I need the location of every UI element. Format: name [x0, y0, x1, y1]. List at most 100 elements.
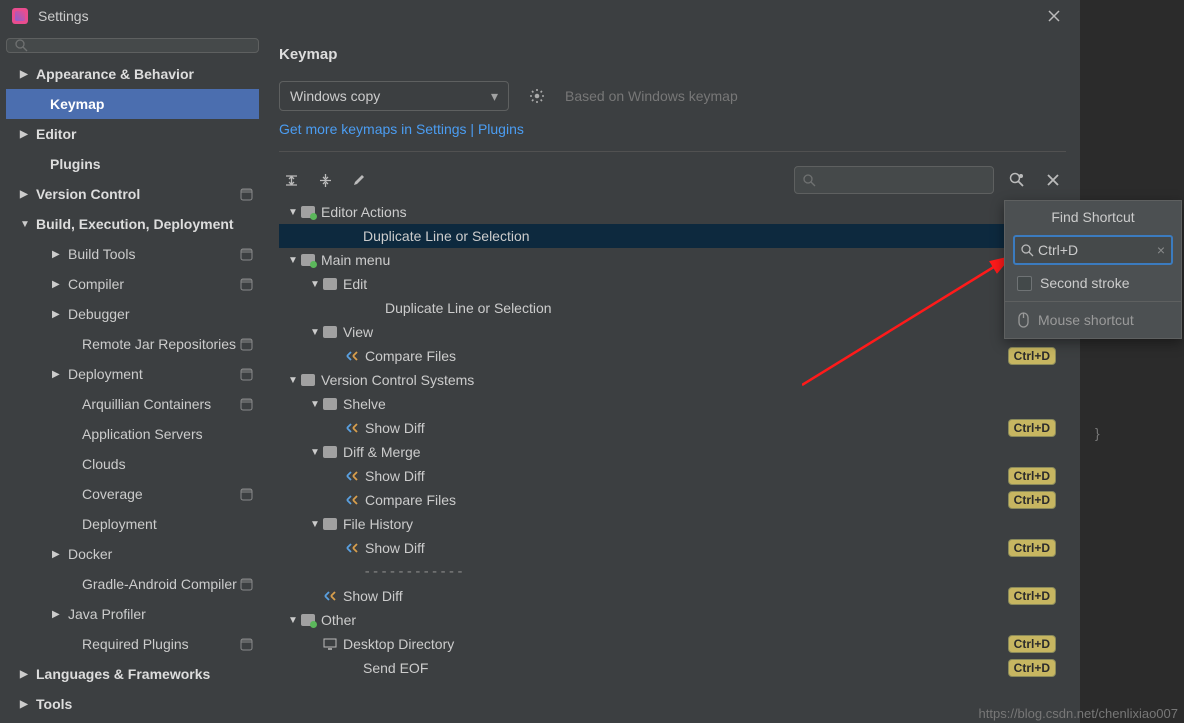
sidebar-item-docker[interactable]: ▶Docker: [6, 539, 259, 569]
search-icon: [803, 174, 816, 187]
background-code-snippet: }: [1095, 425, 1100, 441]
action-label: Other: [321, 612, 356, 628]
sidebar-item-plugins[interactable]: Plugins: [6, 149, 259, 179]
chevron-icon: ▼: [287, 615, 299, 626]
sidebar-search-input[interactable]: [6, 38, 259, 53]
second-stroke-checkbox[interactable]: Second stroke: [1005, 273, 1181, 301]
sidebar-item-label: Clouds: [82, 456, 126, 472]
chevron-icon: ▼: [287, 255, 299, 266]
get-more-keymaps-link[interactable]: Get more keymaps in Settings | Plugins: [279, 121, 1066, 137]
shortcut-input[interactable]: Ctrl+D ×: [1013, 235, 1173, 265]
action-label: Compare Files: [365, 348, 456, 364]
action-show-diff[interactable]: Show DiffCtrl+D: [279, 584, 1066, 608]
action-desktop-directory[interactable]: Desktop DirectoryCtrl+D: [279, 632, 1066, 656]
clear-input-icon[interactable]: ×: [1157, 242, 1165, 258]
action-main-menu[interactable]: ▼Main menu: [279, 248, 1066, 272]
sidebar-item-gradle-android-compiler[interactable]: Gradle-Android Compiler: [6, 569, 259, 599]
sidebar-item-label: Build Tools: [68, 246, 135, 262]
edit-button[interactable]: [347, 168, 371, 192]
main-panel: Keymap Windows copy ▾ Based on Windows k…: [265, 32, 1080, 723]
sidebar-item-coverage[interactable]: Coverage: [6, 479, 259, 509]
action-diff-merge[interactable]: ▼Diff & Merge: [279, 440, 1066, 464]
find-shortcut-popup: Find Shortcut Ctrl+D × Second stroke Mou…: [1004, 200, 1182, 339]
sidebar-item-label: Build, Execution, Deployment: [36, 216, 234, 232]
sidebar-item-clouds[interactable]: Clouds: [6, 449, 259, 479]
folder-icon: [301, 206, 315, 218]
chevron-right-icon: ▶: [20, 129, 30, 140]
app-icon: [12, 8, 28, 24]
mouse-shortcut-button[interactable]: Mouse shortcut: [1005, 302, 1181, 338]
chevron-right-icon: ▶: [20, 669, 30, 680]
action-send-eof[interactable]: Send EOFCtrl+D: [279, 656, 1066, 680]
sidebar-item-application-servers[interactable]: Application Servers: [6, 419, 259, 449]
sidebar-item-build-tools[interactable]: ▶Build Tools: [6, 239, 259, 269]
sidebar-item-java-profiler[interactable]: ▶Java Profiler: [6, 599, 259, 629]
sidebar-item-deployment[interactable]: Deployment: [6, 509, 259, 539]
titlebar: Settings: [0, 0, 1080, 32]
scheme-gear-button[interactable]: [523, 82, 551, 110]
action-label: Compare Files: [365, 492, 456, 508]
chevron-icon: ▼: [309, 327, 321, 338]
sidebar-item-arquillian-containers[interactable]: Arquillian Containers: [6, 389, 259, 419]
sidebar-item-label: Tools: [36, 696, 72, 712]
action-icon: [345, 541, 359, 555]
action-view[interactable]: ▼ View: [279, 320, 1066, 344]
watermark: https://blog.csdn.net/chenlixiao007: [979, 706, 1178, 721]
action-icon: [345, 493, 359, 507]
sidebar-item-appearance-behavior[interactable]: ▶Appearance & Behavior: [6, 59, 259, 89]
clear-search-button[interactable]: [1040, 167, 1066, 193]
action-search-input[interactable]: [794, 166, 994, 194]
gear-icon: [240, 338, 253, 351]
action-label: File History: [343, 516, 413, 532]
action-shelve[interactable]: ▼Shelve: [279, 392, 1066, 416]
sidebar-item-required-plugins[interactable]: Required Plugins: [6, 629, 259, 659]
sidebar-item-editor[interactable]: ▶Editor: [6, 119, 259, 149]
close-button[interactable]: [1040, 2, 1068, 30]
divider: [279, 151, 1066, 152]
expand-all-button[interactable]: [279, 168, 303, 192]
sidebar-item-label: Arquillian Containers: [82, 396, 211, 412]
action-version-control-systems[interactable]: ▼Version Control Systems: [279, 368, 1066, 392]
folder-icon: [301, 374, 315, 386]
action-compare-files[interactable]: Compare Files Ctrl+D: [279, 488, 1066, 512]
action-show-diff[interactable]: Show DiffCtrl+D: [279, 536, 1066, 560]
action-label: Duplicate Line or Selection: [385, 300, 552, 316]
gear-icon: [240, 248, 253, 261]
action-label: Diff & Merge: [343, 444, 421, 460]
sidebar-item-label: Languages & Frameworks: [36, 666, 210, 682]
action-icon: [323, 589, 337, 603]
sidebar-item-languages-frameworks[interactable]: ▶ Languages & Frameworks: [6, 659, 259, 689]
shortcut-badge: Ctrl+D: [1008, 491, 1056, 509]
sidebar-item-tools[interactable]: ▶Tools: [6, 689, 259, 719]
action-compare-files[interactable]: Compare FilesCtrl+D: [279, 344, 1066, 368]
sidebar-item-build-execution-deployment[interactable]: ▼Build, Execution, Deployment: [6, 209, 259, 239]
action-other[interactable]: ▼ Other: [279, 608, 1066, 632]
folder-icon: [323, 326, 337, 338]
collapse-all-button[interactable]: [313, 168, 337, 192]
action-label: View: [343, 324, 373, 340]
shortcut-badge: Ctrl+D: [1008, 635, 1056, 653]
action-editor-actions[interactable]: ▼Editor Actions: [279, 200, 1066, 224]
sidebar-item-keymap[interactable]: Keymap: [6, 89, 259, 119]
action-tree[interactable]: ▼Editor ActionsDuplicate Line or Selecti…: [279, 200, 1066, 723]
based-on-label: Based on Windows keymap: [565, 88, 738, 104]
action-show-diff[interactable]: Show Diff Ctrl+D: [279, 464, 1066, 488]
action-toolbar: [279, 166, 1066, 194]
action-show-diff[interactable]: Show DiffCtrl+D: [279, 416, 1066, 440]
keymap-scheme-select[interactable]: Windows copy ▾: [279, 81, 509, 111]
action-edit[interactable]: ▼Edit: [279, 272, 1066, 296]
folder-icon: [323, 518, 337, 530]
action-separator[interactable]: ------------: [279, 560, 1066, 584]
find-shortcut-button[interactable]: [1004, 167, 1030, 193]
sidebar-item-debugger[interactable]: ▶Debugger: [6, 299, 259, 329]
action-duplicate-line-or-selection[interactable]: Duplicate Line or Selection: [279, 296, 1066, 320]
sidebar-item-label: Appearance & Behavior: [36, 66, 194, 82]
action-label: Show Diff: [365, 468, 425, 484]
action-duplicate-line-or-selection[interactable]: Duplicate Line or Selection: [279, 224, 1066, 248]
action-file-history[interactable]: ▼File History: [279, 512, 1066, 536]
sidebar-item-compiler[interactable]: ▶Compiler: [6, 269, 259, 299]
shortcut-badge: Ctrl+D: [1008, 467, 1056, 485]
sidebar-item-deployment[interactable]: ▶Deployment: [6, 359, 259, 389]
sidebar-item-remote-jar-repositories[interactable]: Remote Jar Repositories: [6, 329, 259, 359]
sidebar-item-version-control[interactable]: ▶Version Control: [6, 179, 259, 209]
